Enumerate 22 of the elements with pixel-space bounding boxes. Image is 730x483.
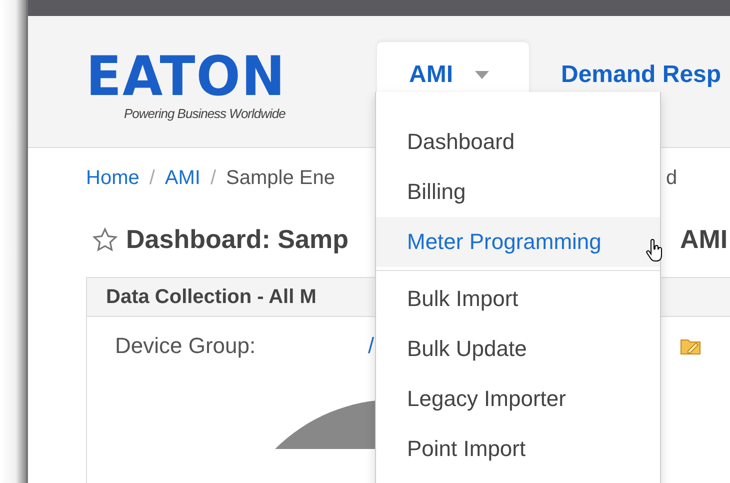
breadcrumb-link[interactable]: AMI (164, 167, 200, 191)
breadcrumb-current: d (666, 167, 678, 191)
breadcrumb-separator: / (149, 167, 155, 191)
menu-item[interactable]: Bulk Update (376, 324, 660, 374)
menu-item[interactable]: Legacy Importer (376, 374, 660, 424)
folder-edit-icon[interactable] (680, 337, 702, 355)
field-label: Device Group: (115, 333, 257, 359)
page-title: Dashboard: Samp (126, 224, 348, 255)
menu-item[interactable]: Meter Programming (376, 217, 660, 267)
nav-tab[interactable]: Demand Resp (529, 42, 730, 108)
logo-tagline: Powering Business Worldwide (124, 106, 286, 121)
breadcrumb-separator: / (210, 167, 216, 191)
logo-wordmark: EATON (86, 46, 287, 108)
menu-item[interactable]: Point Import (376, 424, 660, 474)
menu-item[interactable]: Billing (376, 167, 660, 217)
panel-title: Data Collection - All M (106, 286, 316, 308)
star-icon[interactable] (92, 226, 118, 252)
breadcrumb-link[interactable]: Home (86, 167, 140, 191)
menu-item[interactable]: Dashboard (376, 117, 660, 167)
breadcrumb-current: Sample Ene (226, 167, 336, 191)
menu-item[interactable]: Bulk Import (376, 274, 660, 324)
page-title: AMI (680, 224, 728, 255)
